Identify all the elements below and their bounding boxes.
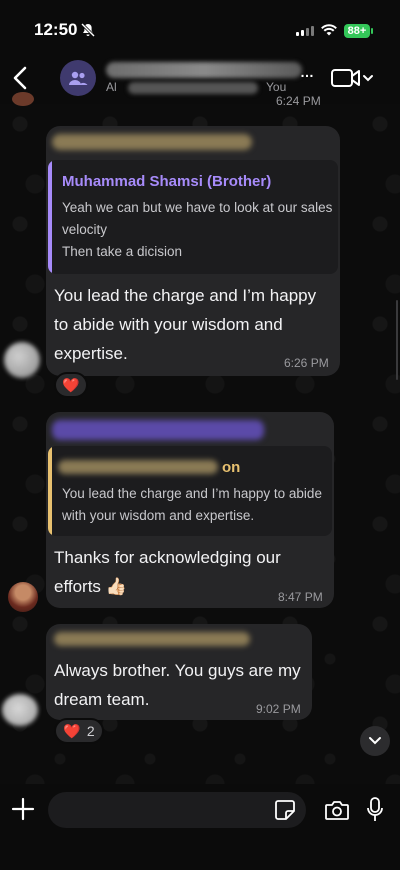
status-bar: 12:50 88+ <box>0 0 400 56</box>
quote-bar <box>48 160 52 274</box>
quoted-sender-redacted <box>58 460 218 474</box>
quoted-text-line: with your wisdom and expertise. <box>62 508 255 523</box>
more-icon: … <box>300 64 314 80</box>
subtitle-prefix: Al <box>106 80 117 94</box>
group-title-redacted[interactable] <box>106 62 302 78</box>
subtitle-suffix: You <box>266 80 287 94</box>
camera-icon[interactable] <box>324 798 350 822</box>
heart-reaction-icon: ❤️ <box>62 376 80 393</box>
message-text-line: Thanks for acknowledging our <box>54 548 281 567</box>
quoted-sender-name-suffix: on <box>222 459 241 476</box>
battery-cap <box>371 28 373 34</box>
message-bubble[interactable]: on You lead the charge and I’m happy to … <box>46 412 334 608</box>
message-text-line: to abide with your wisdom and <box>54 315 283 334</box>
message-time: 6:26 PM <box>284 356 329 370</box>
quoted-sender-name: Muhammad Shamsi (Brother) <box>62 173 272 190</box>
microphone-icon[interactable] <box>366 796 384 824</box>
plus-icon[interactable] <box>10 796 36 822</box>
reaction-badge[interactable]: ❤️ <box>54 372 88 398</box>
sender-avatar[interactable] <box>8 582 38 612</box>
sender-avatar[interactable] <box>12 92 34 106</box>
group-avatar[interactable] <box>60 60 96 96</box>
cellular-signal-icon <box>296 26 314 36</box>
status-time: 12:50 <box>34 20 78 39</box>
sender-name-redacted <box>52 134 252 150</box>
message-bubble[interactable]: Always brother. You guys are my dream te… <box>46 624 312 720</box>
message-time: 8:47 PM <box>278 590 323 604</box>
bell-off-icon <box>80 22 96 38</box>
message-text-line: Always brother. You guys are my <box>54 661 301 680</box>
message-text-line: expertise. <box>54 344 128 363</box>
sticker-icon[interactable] <box>274 799 296 821</box>
reaction-count: 2 <box>86 723 95 739</box>
group-icon <box>69 71 88 85</box>
sender-name-redacted <box>52 420 264 440</box>
quoted-message[interactable]: Muhammad Shamsi (Brother) Yeah we can bu… <box>48 160 338 274</box>
quoted-text-line: velocity <box>62 222 108 237</box>
chevron-down-icon <box>369 737 381 745</box>
reaction-badge[interactable]: ❤️ 2 <box>54 718 104 744</box>
quoted-text-line: Then take a dicision <box>62 244 183 259</box>
back-chevron-icon[interactable] <box>8 64 36 92</box>
sender-avatar[interactable] <box>4 342 40 378</box>
video-call-icon[interactable] <box>330 66 376 90</box>
message-input-bar <box>0 784 400 870</box>
quote-bar <box>48 446 52 536</box>
message-time: 9:02 PM <box>256 702 301 716</box>
battery-indicator: 88+ <box>344 24 370 38</box>
heart-reaction-icon: ❤️ <box>63 722 81 739</box>
message-text-line: You lead the charge and I’m happy <box>54 286 317 305</box>
message-time: 6:24 PM <box>276 94 321 108</box>
message-bubble[interactable]: Muhammad Shamsi (Brother) Yeah we can bu… <box>46 126 340 376</box>
wifi-icon <box>321 24 337 36</box>
sender-avatar[interactable] <box>2 694 38 726</box>
quoted-text-line: You lead the charge and I’m happy to abi… <box>62 486 322 501</box>
chat-header: Al You … <box>0 56 400 104</box>
quoted-text-line: Yeah we can but we have to look at our s… <box>62 200 333 215</box>
message-text-line: dream team. <box>54 690 150 709</box>
sender-name-redacted <box>54 632 250 646</box>
quoted-message[interactable]: on You lead the charge and I’m happy to … <box>48 446 332 536</box>
scrollbar[interactable] <box>396 300 398 380</box>
members-list-redacted <box>128 82 258 94</box>
message-text-line: efforts 👍🏻 <box>54 577 127 596</box>
message-input[interactable] <box>48 792 306 828</box>
scroll-to-bottom-button[interactable] <box>360 726 390 756</box>
